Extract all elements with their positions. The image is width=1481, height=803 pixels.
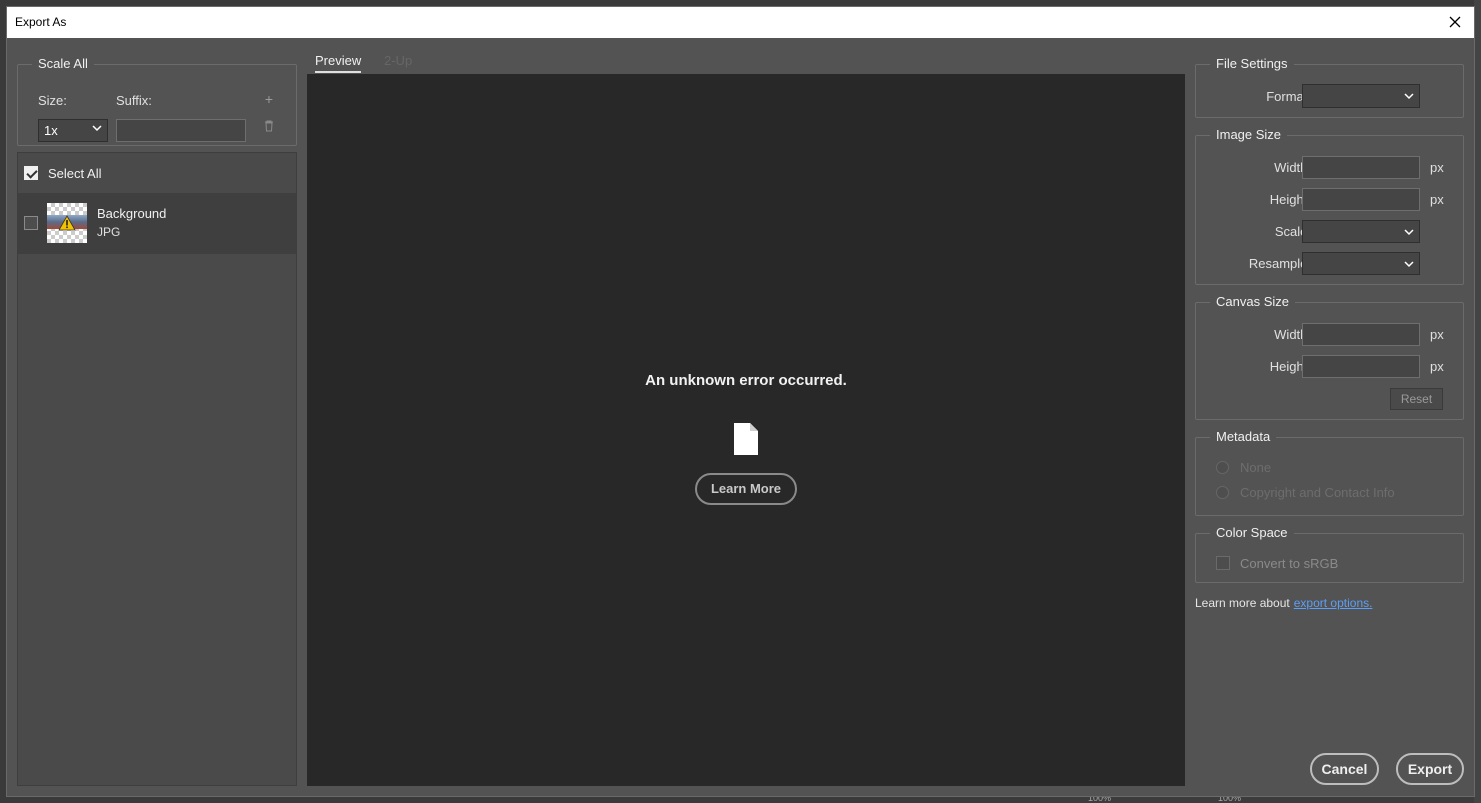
size-select[interactable]: 1x [38, 119, 108, 142]
chevron-down-icon [1404, 93, 1414, 100]
learn-more-export-line: Learn more about export options. [1195, 596, 1372, 610]
chevron-down-icon [1404, 229, 1414, 236]
close-button[interactable] [1444, 11, 1466, 33]
preview-area: An unknown error occurred. Learn More [307, 74, 1185, 786]
document-icon [734, 423, 758, 455]
metadata-group: Metadata None Copyright and Contact Info [1195, 429, 1464, 516]
close-icon [1449, 16, 1461, 28]
size-label: Size: [38, 93, 67, 108]
format-select[interactable] [1302, 84, 1420, 108]
suffix-input[interactable] [116, 119, 246, 142]
plus-icon: + [264, 91, 274, 107]
background-app-edge [1474, 0, 1481, 803]
tab-2-up[interactable]: 2-Up [384, 53, 412, 68]
image-width-input[interactable] [1302, 156, 1420, 179]
metadata-copyright-label: Copyright and Contact Info [1240, 485, 1395, 500]
scale-all-group: Scale All Size: Suffix: 1x + [17, 56, 297, 146]
scale-label: Scale: [1274, 224, 1311, 239]
learn-more-button[interactable]: Learn More [695, 473, 797, 505]
canvas-width-unit: px [1430, 327, 1444, 342]
layer-format: JPG [97, 225, 121, 239]
suffix-label: Suffix: [116, 93, 152, 108]
add-scale-button[interactable]: + [262, 91, 276, 107]
color-space-group: Color Space Convert to sRGB [1195, 525, 1464, 583]
export-options-link[interactable]: export options. [1294, 596, 1373, 610]
image-height-label: Height: [1269, 192, 1311, 207]
layer-checkbox[interactable] [24, 216, 38, 230]
canvas-width-label: Width: [1274, 327, 1311, 342]
metadata-none-radio[interactable] [1216, 461, 1229, 474]
canvas-height-unit: px [1430, 359, 1444, 374]
title-bar: Export As [7, 7, 1474, 38]
scale-all-legend: Scale All [32, 56, 94, 71]
resample-label: Resample: [1248, 256, 1311, 271]
convert-srgb-checkbox[interactable] [1216, 556, 1230, 570]
convert-srgb-label: Convert to sRGB [1240, 556, 1339, 571]
export-as-dialog: Export As Scale All Size: Suffix: 1x + S… [6, 6, 1475, 797]
error-message: An unknown error occurred. [645, 372, 847, 389]
select-all-row[interactable]: Select All [18, 153, 296, 193]
canvas-width-input[interactable] [1302, 323, 1420, 346]
image-size-legend: Image Size [1210, 127, 1288, 142]
metadata-none-label: None [1240, 460, 1272, 475]
image-width-label: Width: [1274, 160, 1311, 175]
select-all-checkbox[interactable] [24, 166, 38, 180]
image-height-unit: px [1430, 192, 1444, 207]
layer-thumbnail [47, 203, 87, 243]
select-all-label: Select All [48, 166, 102, 181]
image-width-unit: px [1430, 160, 1444, 175]
metadata-copyright-radio[interactable] [1216, 486, 1229, 499]
scale-select[interactable] [1302, 220, 1420, 243]
export-button[interactable]: Export [1396, 753, 1464, 785]
layer-row[interactable]: Background JPG [18, 193, 296, 254]
file-settings-legend: File Settings [1210, 56, 1294, 71]
metadata-legend: Metadata [1210, 429, 1277, 444]
resample-select[interactable] [1302, 252, 1420, 275]
image-size-group: Image Size Width: px Height: px Scale: R… [1195, 127, 1464, 285]
image-height-input[interactable] [1302, 188, 1420, 211]
delete-scale-button[interactable] [262, 119, 276, 135]
size-select-value: 1x [44, 123, 58, 138]
layers-panel: Select All Background JPG [17, 152, 297, 786]
learn-more-prefix: Learn more about [1195, 596, 1290, 610]
canvas-size-group: Canvas Size Width: px Height: px Reset [1195, 294, 1464, 420]
canvas-height-input[interactable] [1302, 355, 1420, 378]
canvas-height-label: Height: [1269, 359, 1311, 374]
canvas-size-legend: Canvas Size [1210, 294, 1295, 309]
layer-name: Background [97, 206, 167, 221]
reset-button[interactable]: Reset [1390, 388, 1443, 410]
dialog-title: Export As [15, 15, 67, 29]
file-settings-group: File Settings Format: [1195, 56, 1464, 118]
format-label: Format: [1266, 89, 1311, 104]
warning-icon [58, 215, 76, 231]
cancel-button[interactable]: Cancel [1310, 753, 1379, 785]
chevron-down-icon [1404, 261, 1414, 268]
chevron-down-icon [92, 125, 102, 132]
tab-preview[interactable]: Preview [315, 53, 362, 73]
color-space-legend: Color Space [1210, 525, 1294, 540]
trash-icon [265, 120, 273, 132]
